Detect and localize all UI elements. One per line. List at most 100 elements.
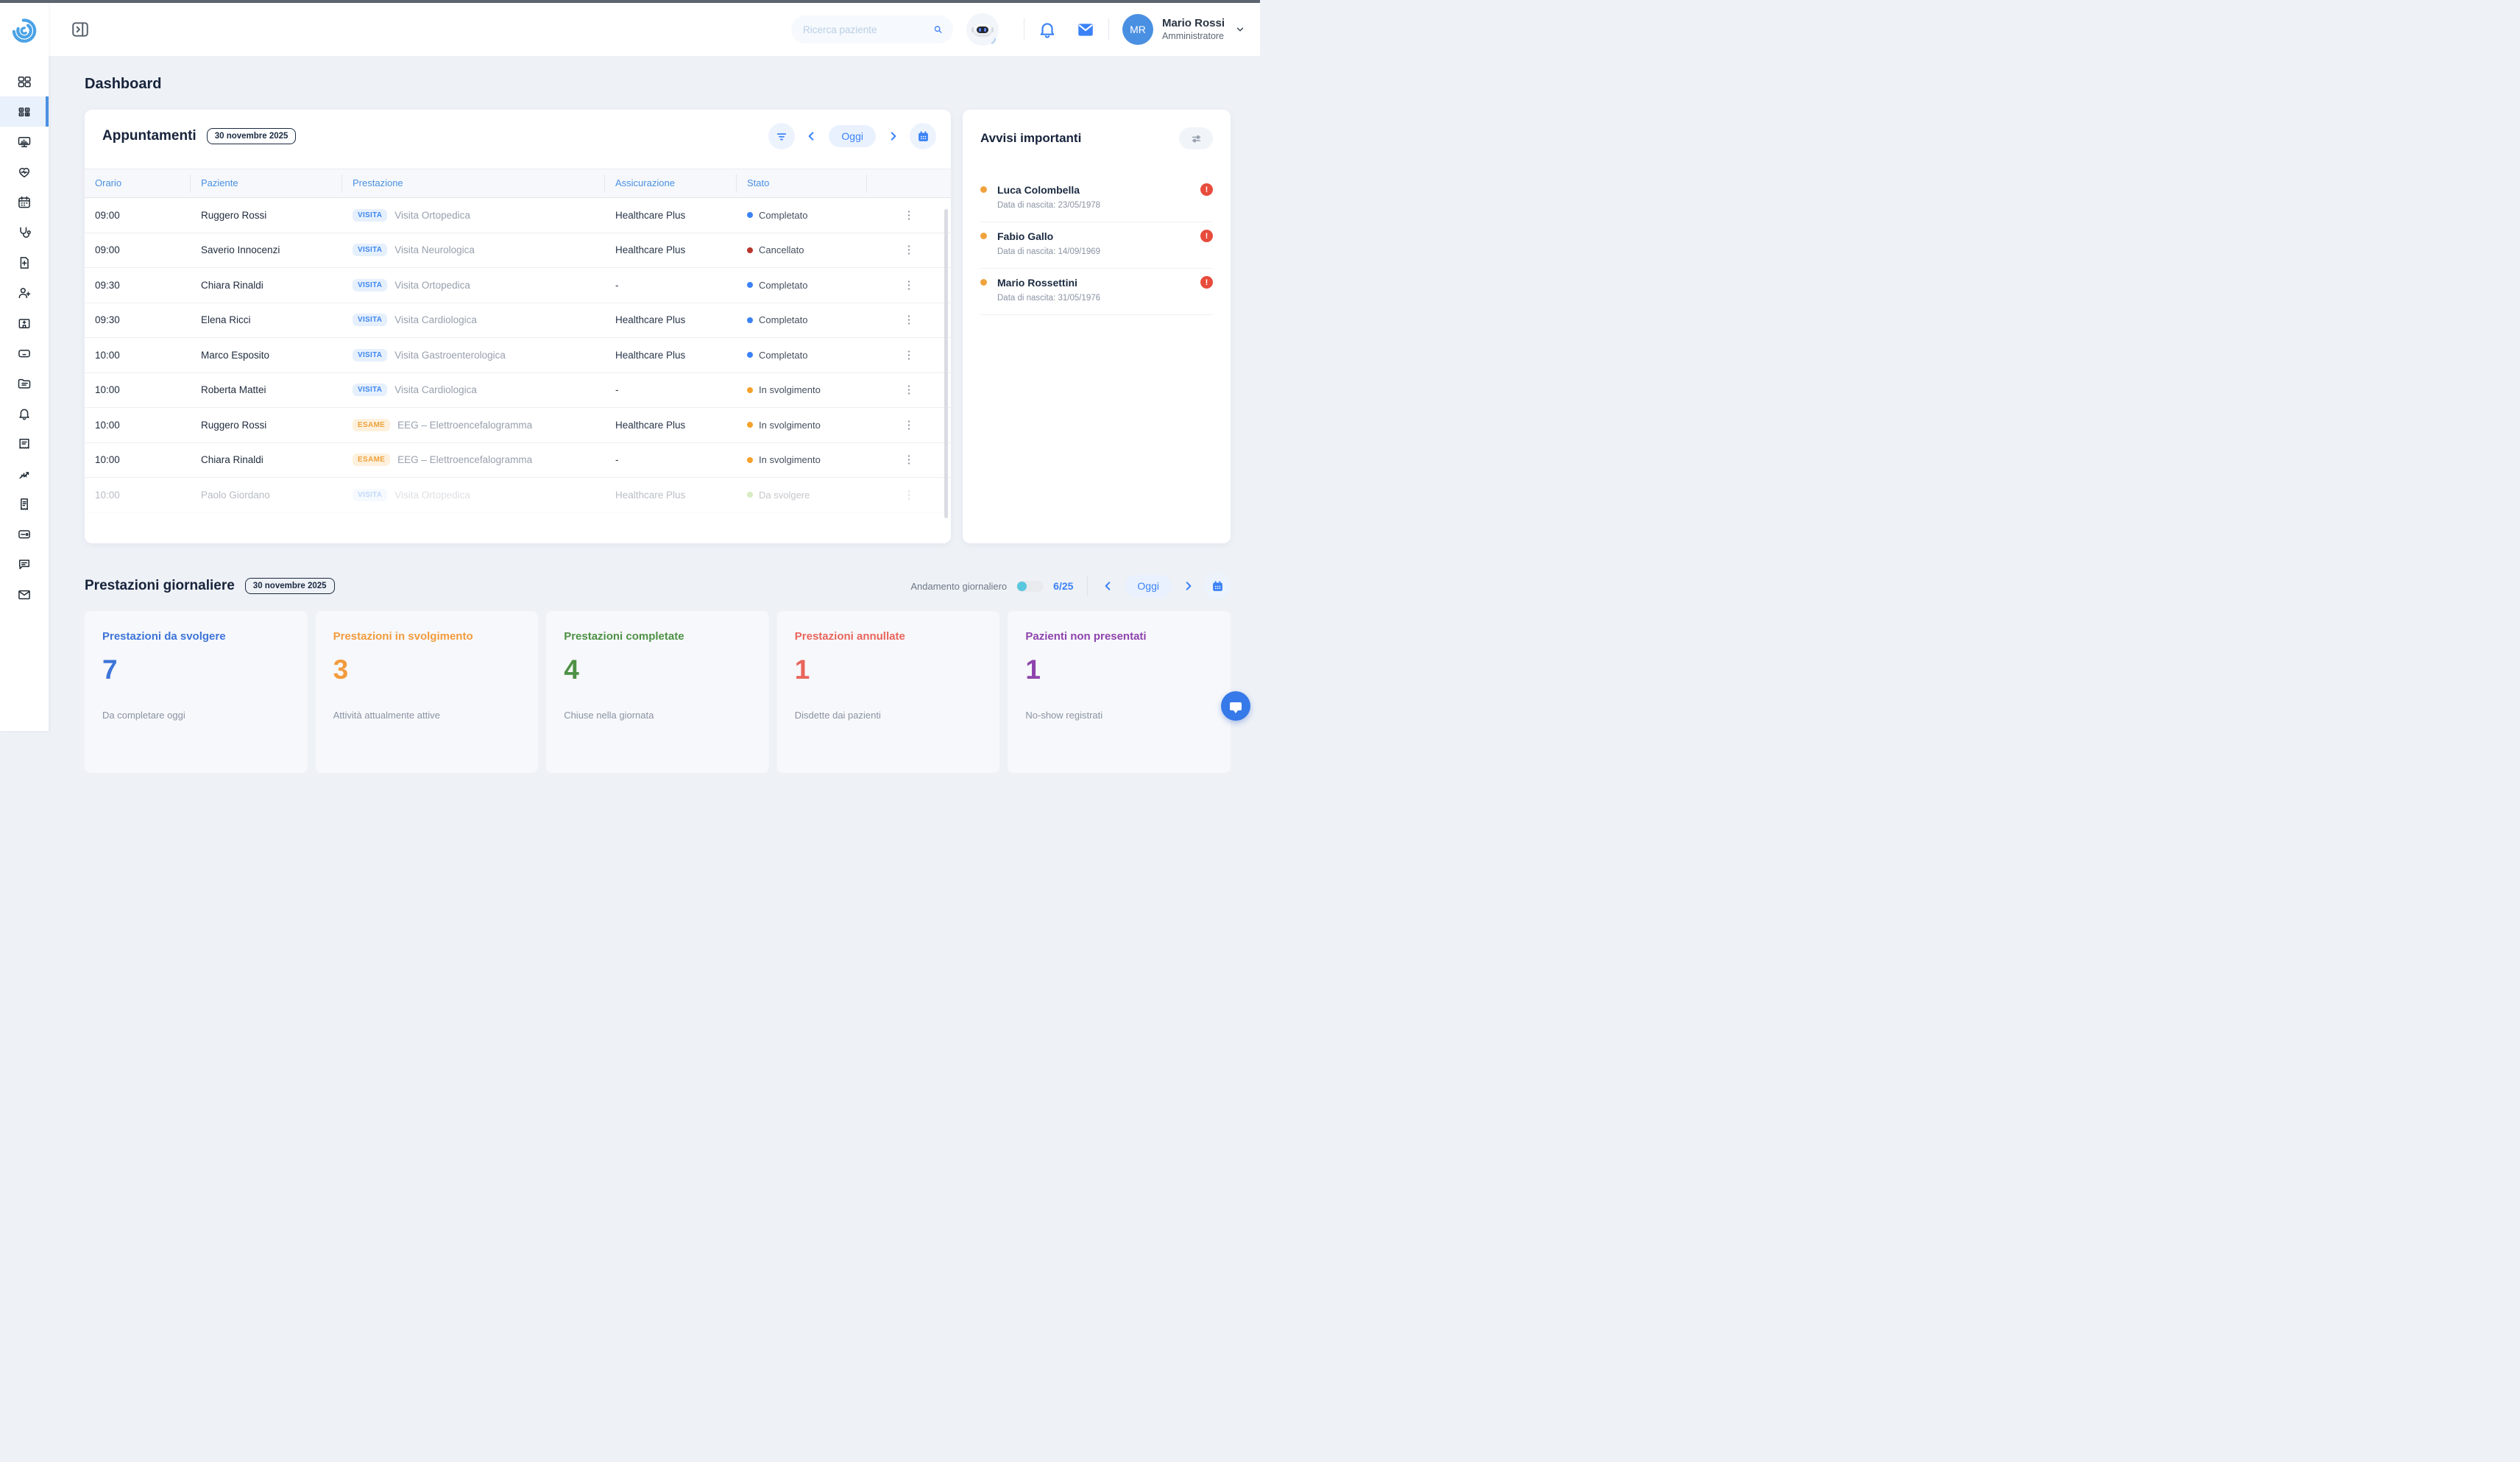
appointment-time: 10:00 — [85, 490, 191, 501]
app-logo[interactable] — [0, 3, 49, 56]
status-dot — [747, 317, 753, 323]
row-menu-button[interactable]: ⋮ — [899, 347, 919, 364]
sidebar-item-health[interactable] — [0, 157, 49, 187]
patient-search[interactable] — [791, 15, 953, 43]
chat-fab-button[interactable] — [1221, 691, 1250, 721]
next-day-button[interactable] — [886, 130, 899, 143]
daily-stat-card[interactable]: Prestazioni completate 4 Chiuse nella gi… — [546, 611, 769, 773]
appointment-insurance: - — [605, 454, 737, 465]
appointment-row[interactable]: 10:00 Chiara Rinaldi ESAME EEG – Elettro… — [85, 443, 951, 478]
user-menu[interactable]: Mario Rossi Amministratore — [1162, 17, 1225, 42]
alert-warning-badge[interactable]: ! — [1200, 230, 1213, 242]
sidebar-item-modules[interactable] — [0, 96, 49, 127]
row-menu-button[interactable]: ⋮ — [899, 487, 919, 504]
daily-next-day-button[interactable] — [1181, 579, 1194, 593]
sidebar-item-payments[interactable] — [0, 519, 49, 549]
sidebar-item-clinical[interactable] — [0, 217, 49, 247]
daily-stat-card[interactable]: Prestazioni in svolgimento 3 Attività at… — [316, 611, 539, 773]
sidebar-item-folders[interactable] — [0, 368, 49, 398]
alert-warning-badge[interactable]: ! — [1200, 276, 1213, 289]
filter-button[interactable] — [768, 123, 795, 149]
notifications-bell-icon[interactable] — [1038, 20, 1057, 39]
appointment-time: 09:00 — [85, 244, 191, 255]
daily-trend-toggle[interactable] — [1016, 581, 1044, 592]
mail-icon[interactable] — [1076, 20, 1095, 39]
row-menu-button[interactable]: ⋮ — [899, 241, 919, 258]
daily-today-button[interactable]: Oggi — [1125, 575, 1172, 597]
appointment-row[interactable]: 09:00 Saverio Innocenzi VISITA Visita Ne… — [85, 233, 951, 269]
row-menu-button[interactable]: ⋮ — [899, 381, 919, 398]
appointment-service: EEG – Elettroencefalogramma — [397, 454, 532, 465]
alert-item[interactable]: Mario Rossettini ! Data di nascita: 31/0… — [980, 269, 1213, 315]
appointment-type-badge: VISITA — [353, 279, 387, 292]
stat-card-value: 4 — [564, 654, 751, 685]
row-menu-button[interactable]: ⋮ — [899, 311, 919, 328]
chevron-down-icon[interactable] — [1235, 24, 1245, 35]
monitor-chart-icon — [17, 135, 32, 149]
alert-item[interactable]: Luca Colombella ! Data di nascita: 23/05… — [980, 176, 1213, 222]
status-label: In svolgimento — [759, 454, 821, 465]
sidebar-collapse-button[interactable] — [71, 20, 90, 39]
appointment-service: Visita Ortopedica — [394, 280, 470, 291]
stat-card-title: Prestazioni completate — [564, 630, 751, 643]
sidebar-item-calendar[interactable] — [0, 187, 49, 217]
search-input[interactable] — [803, 24, 933, 35]
sidebar-item-mail[interactable] — [0, 579, 49, 610]
stat-card-value: 1 — [795, 654, 983, 685]
sidebar-item-messages[interactable] — [0, 549, 49, 579]
sidebar-item-new-patient[interactable] — [0, 278, 49, 308]
appointments-card: Appuntamenti 30 novembre 2025 Oggi — [85, 110, 951, 543]
calendar-icon — [17, 195, 32, 210]
daily-divider — [1087, 576, 1088, 596]
daily-title: Prestazioni giornaliere — [85, 578, 235, 594]
calendar-picker-button[interactable] — [910, 123, 936, 149]
previous-day-button[interactable] — [805, 130, 818, 143]
daily-stat-card[interactable]: Prestazioni annullate 1 Disdette dai paz… — [777, 611, 1000, 773]
appointment-row[interactable]: 09:30 Chiara Rinaldi VISITA Visita Ortop… — [85, 268, 951, 303]
alerts-settings-button[interactable] — [1179, 127, 1213, 149]
daily-stat-card[interactable]: Prestazioni da svolgere 7 Da completare … — [85, 611, 308, 773]
ai-assistant-button[interactable] — [966, 13, 999, 46]
hospital-icon — [17, 316, 32, 331]
alert-item[interactable]: Fabio Gallo ! Data di nascita: 14/09/196… — [980, 222, 1213, 269]
row-menu-button[interactable]: ⋮ — [899, 417, 919, 434]
appointment-row[interactable]: 09:00 Ruggero Rossi VISITA Visita Ortope… — [85, 198, 951, 233]
daily-trend-label: Andamento giornaliero — [910, 581, 1007, 592]
table-scrollbar[interactable] — [944, 209, 948, 518]
daily-stat-card[interactable]: Pazienti non presentati 1 No-show regist… — [1008, 611, 1231, 773]
sidebar-item-new-document[interactable] — [0, 247, 49, 278]
status-label: Completato — [759, 280, 807, 291]
alert-dot — [980, 233, 987, 239]
row-menu-button[interactable]: ⋮ — [899, 451, 919, 468]
chat-icon — [17, 557, 32, 572]
user-avatar[interactable]: MR — [1122, 14, 1153, 45]
appointment-patient: Saverio Innocenzi — [191, 244, 342, 255]
sidebar-item-monitor[interactable] — [0, 127, 49, 157]
sidebar-item-archive[interactable] — [0, 338, 49, 368]
column-header-stato: Stato — [737, 174, 867, 192]
row-menu-button[interactable]: ⋮ — [899, 277, 919, 294]
daily-calendar-picker-button[interactable] — [1204, 573, 1231, 599]
row-menu-button[interactable]: ⋮ — [899, 207, 919, 224]
appointment-row[interactable]: 10:00 Marco Esposito VISITA Visita Gastr… — [85, 338, 951, 373]
appointment-insurance: - — [605, 280, 737, 291]
status-dot — [747, 212, 753, 218]
sidebar-item-notes[interactable] — [0, 428, 49, 459]
alert-warning-badge[interactable]: ! — [1200, 183, 1213, 196]
search-icon[interactable] — [933, 23, 943, 36]
sidebar-item-notifications[interactable] — [0, 398, 49, 428]
appointment-row[interactable]: 10:00 Paolo Giordano VISITA Visita Ortop… — [85, 478, 951, 513]
stat-card-value: 1 — [1025, 654, 1213, 685]
daily-previous-day-button[interactable] — [1102, 579, 1115, 593]
sidebar-item-hospital[interactable] — [0, 308, 49, 338]
appointment-insurance: Healthcare Plus — [605, 210, 737, 221]
sidebar-item-receipts[interactable] — [0, 489, 49, 519]
sidebar-item-statistics[interactable] — [0, 459, 49, 489]
appointment-row[interactable]: 10:00 Ruggero Rossi ESAME EEG – Elettroe… — [85, 408, 951, 443]
sidebar-item-dashboard[interactable] — [0, 66, 49, 96]
appointment-row[interactable]: 09:30 Elena Ricci VISITA Visita Cardiolo… — [85, 303, 951, 339]
status-label: Completato — [759, 210, 807, 221]
alert-birthdate: Data di nascita: 14/09/1969 — [997, 247, 1213, 256]
appointment-row[interactable]: 10:00 Roberta Mattei VISITA Visita Cardi… — [85, 373, 951, 409]
today-button[interactable]: Oggi — [829, 125, 876, 147]
